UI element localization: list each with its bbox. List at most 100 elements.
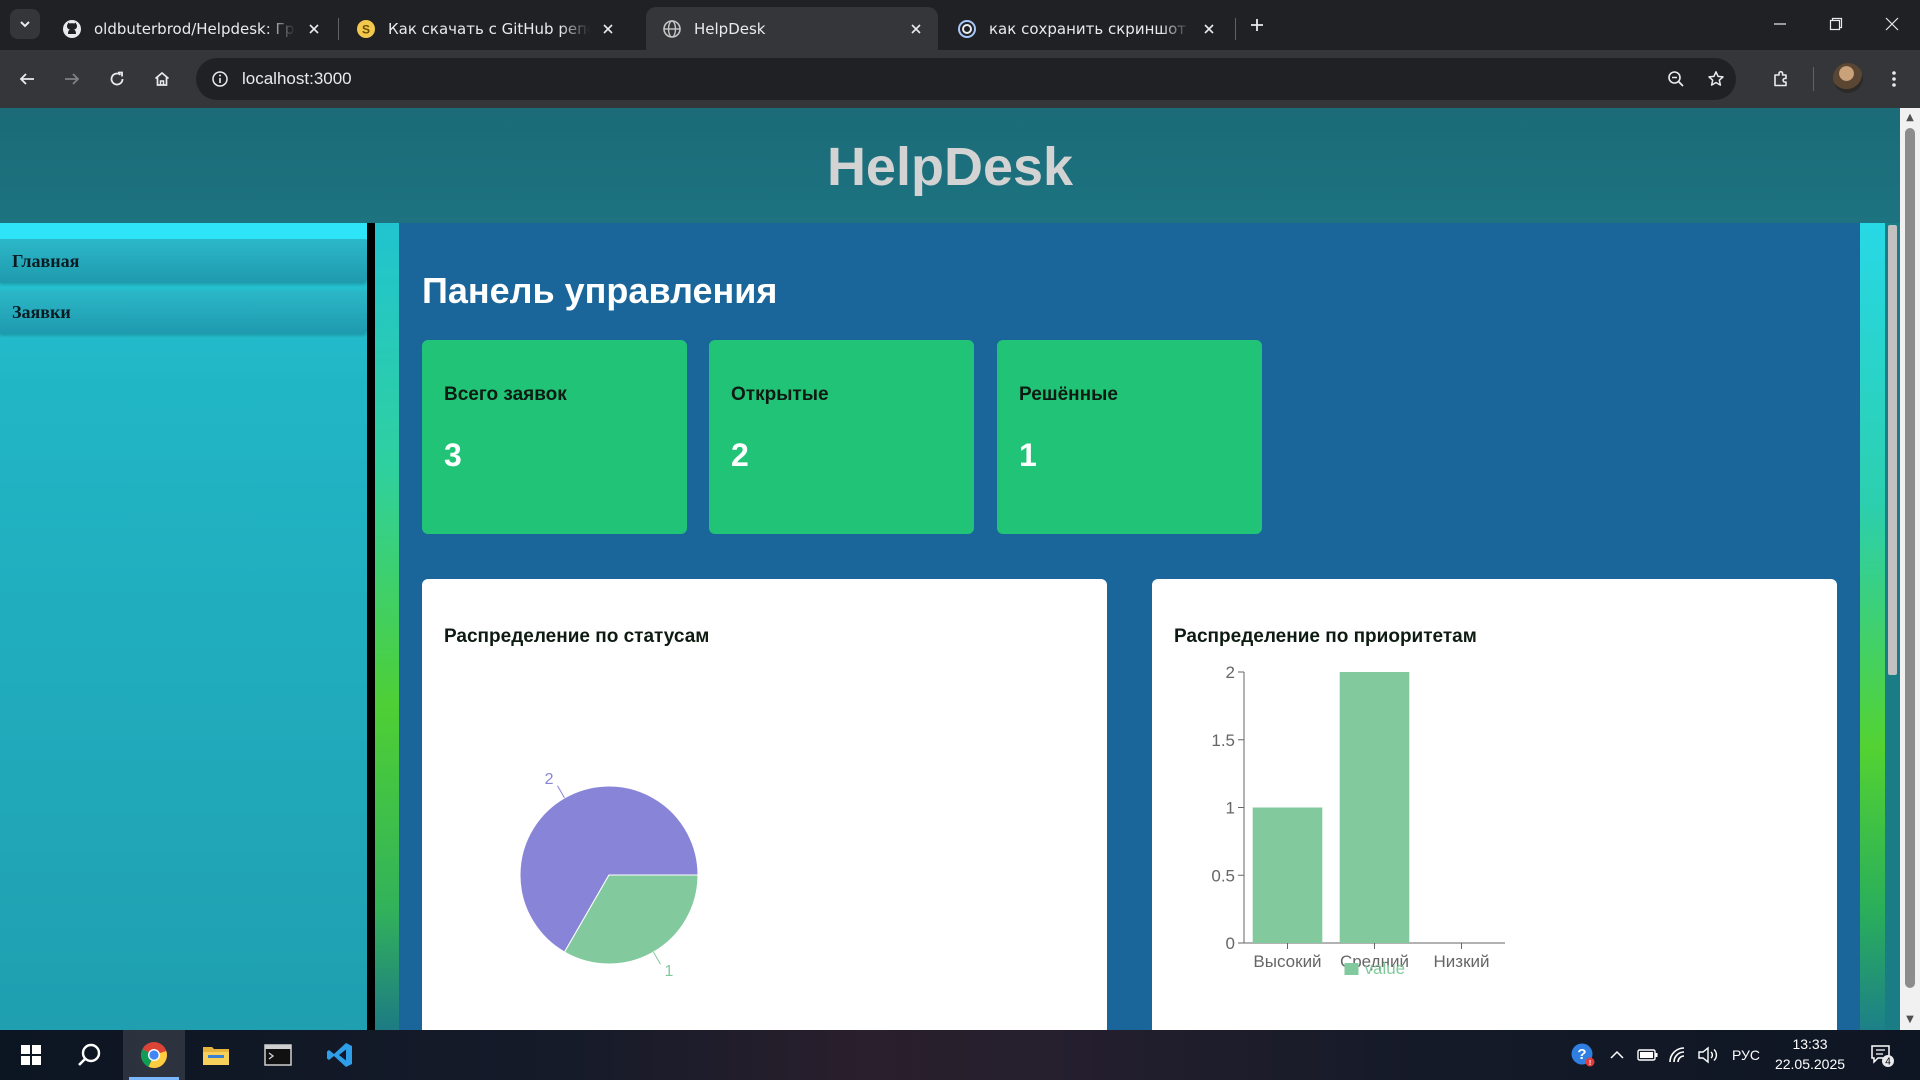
windows-logo-icon [21,1045,41,1065]
more-vertical-icon [1892,71,1896,87]
taskbar-vscode[interactable] [309,1030,371,1080]
help-icon: ?! [1571,1043,1595,1067]
close-icon[interactable] [598,19,618,39]
close-icon[interactable] [1199,19,1219,39]
forward-button[interactable] [56,63,88,95]
bar[interactable] [1252,807,1323,944]
window-close-button[interactable] [1864,0,1920,48]
tab-separator [338,18,339,40]
bookmark-star-icon[interactable] [1702,65,1730,93]
y-tick-label: 1 [1226,799,1235,818]
chevron-up-icon [1610,1050,1624,1059]
restore-button[interactable] [1808,0,1864,48]
home-button[interactable] [146,63,178,95]
stat-value: 1 [1019,437,1037,473]
chrome-icon [140,1042,167,1068]
page-viewport: HelpDesk Главная Заявки Панель управлени… [0,108,1920,1030]
tab-search-button[interactable] [10,9,40,39]
stat-label: Открытые [731,384,829,405]
taskbar-file-explorer[interactable] [185,1030,247,1080]
browser-scrollbar[interactable]: ▲ ▼ [1900,108,1920,1030]
y-tick-label: 1.5 [1211,731,1235,750]
language-indicator[interactable]: РУС [1726,1030,1766,1080]
minimize-icon [1774,23,1786,25]
notification-icon: 4 [1871,1045,1894,1068]
taskbar-search-button[interactable] [58,1030,120,1080]
battery-tray[interactable] [1634,1030,1662,1080]
url-text[interactable]: localhost:3000 [242,69,352,89]
tab-screenshot-search[interactable]: как сохранить скриншот на пк [941,7,1231,50]
puzzle-icon [1774,70,1787,87]
site-header: HelpDesk [0,108,1900,223]
sidebar-item-label: Заявки [12,301,71,322]
tab-github-download[interactable]: S Как скачать с GitHub репозито [340,7,630,50]
sidebar-item-home[interactable]: Главная [0,239,367,283]
y-tick-label: 0.5 [1211,866,1235,885]
clock-time: 13:33 [1792,1036,1828,1052]
stat-card-resolved: Решённые 1 [997,340,1262,534]
clock[interactable]: 13:33 22.05.2025 [1770,1034,1850,1074]
stat-value: 2 [731,437,749,473]
scroll-down-icon[interactable]: ▼ [1904,1014,1916,1026]
y-tick-label: 0 [1226,934,1235,953]
help-tray-button[interactable]: ?! [1566,1030,1600,1080]
main-right-border [1860,223,1885,1030]
status-chart-card: Распределение по статусам 21 [422,579,1107,1030]
close-icon[interactable] [304,19,324,39]
scroll-up-icon[interactable]: ▲ [1904,112,1916,124]
priority-chart-card: Распределение по приоритетам 0 0.5 1 1.5 2 Вы… [1152,579,1837,1030]
svg-text:?: ? [1577,1046,1586,1063]
tab-github[interactable]: oldbuterbrod/Helpdesk: Графи [46,7,336,50]
sidebar: Главная Заявки [0,223,367,1030]
site-title: HelpDesk [826,136,1074,197]
speaker-icon [1698,1046,1718,1064]
pie-label-line [557,785,565,799]
x-tick-label: Высокий [1253,952,1321,971]
reload-icon [110,71,124,86]
arrow-left-icon [19,73,34,85]
stat-value: 3 [444,437,462,473]
inner-scrollbar-thumb[interactable] [1888,225,1897,675]
legend-label: value [1365,959,1406,978]
dashboard-title: Панель управления [422,270,778,311]
volume-tray[interactable] [1694,1030,1722,1080]
bar[interactable] [1339,672,1410,943]
profile-avatar[interactable] [1833,63,1863,93]
s-coin-icon: S [356,19,376,39]
tab-helpdesk[interactable]: HelpDesk [646,7,938,50]
browser-scrollbar-thumb[interactable] [1905,128,1915,988]
tab-separator [1235,18,1236,40]
start-button[interactable] [0,1030,62,1080]
folder-icon [203,1047,229,1065]
sidebar-accent-strip [0,223,367,239]
site-info-icon[interactable] [206,65,234,93]
zoom-icon[interactable] [1662,65,1690,93]
pie-label-line [653,951,661,965]
close-icon[interactable] [906,19,926,39]
back-button[interactable] [11,63,43,95]
taskbar-terminal[interactable] [247,1030,309,1080]
new-tab-button[interactable] [1243,11,1271,39]
browser-toolbar: localhost:3000 [0,50,1920,108]
extensions-button[interactable] [1765,63,1797,95]
inner-scrollbar[interactable] [1885,223,1900,1030]
tab-title: oldbuterbrod/Helpdesk: Графи [94,19,296,38]
svg-text:S: S [362,22,370,36]
pie-label: 2 [545,771,554,788]
legend-swatch [1344,963,1359,975]
minimize-button[interactable] [1752,0,1808,48]
swirl-icon [957,19,977,39]
taskbar-chrome[interactable] [123,1030,185,1080]
vscode-icon [327,1043,352,1067]
windows-taskbar: ?! РУС 13:33 22.05.2025 4 [0,1030,1920,1080]
notifications-button[interactable]: 4 [1862,1030,1902,1080]
stat-card-open: Открытые 2 [709,340,974,534]
sidebar-item-tickets[interactable]: Заявки [0,290,367,334]
notification-count: 4 [1885,1057,1891,1068]
network-tray[interactable] [1664,1030,1692,1080]
address-bar[interactable]: localhost:3000 [196,58,1736,100]
status-pie-chart: 21 [519,771,699,980]
reload-button[interactable] [101,63,133,95]
show-hidden-icons-button[interactable] [1604,1030,1630,1080]
menu-button[interactable] [1878,63,1910,95]
